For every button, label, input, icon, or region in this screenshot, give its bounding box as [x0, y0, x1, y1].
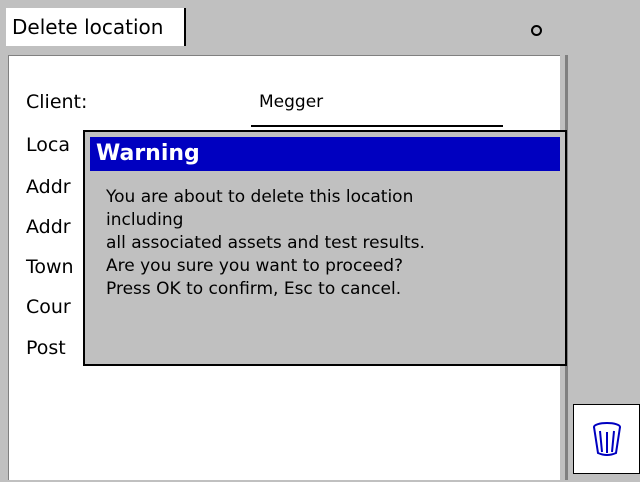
status-dot-icon: [531, 25, 542, 36]
country-label: Cour: [26, 296, 71, 318]
address1-label: Addr: [26, 176, 71, 198]
warning-dialog: Warning You are about to delete this loc…: [83, 130, 567, 366]
warning-message-line: all associated assets and test results.: [106, 233, 425, 253]
postcode-label: Post: [26, 337, 66, 359]
delete-button[interactable]: [573, 404, 640, 474]
client-field[interactable]: Megger: [259, 92, 323, 112]
client-field-underline: [251, 125, 503, 127]
client-label: Client:: [26, 91, 88, 113]
trash-icon: [592, 422, 621, 456]
location-label: Loca: [26, 134, 70, 156]
warning-message-line: Press OK to confirm, Esc to cancel.: [106, 279, 402, 299]
address2-label: Addr: [26, 216, 71, 238]
warning-message-line: You are about to delete this location: [106, 187, 414, 207]
screen-title: Delete location: [6, 8, 186, 46]
town-label: Town: [26, 256, 74, 278]
warning-dialog-title: Warning: [90, 137, 560, 171]
warning-message-line: including: [106, 210, 184, 230]
warning-message-line: Are you sure you want to proceed?: [106, 256, 404, 276]
